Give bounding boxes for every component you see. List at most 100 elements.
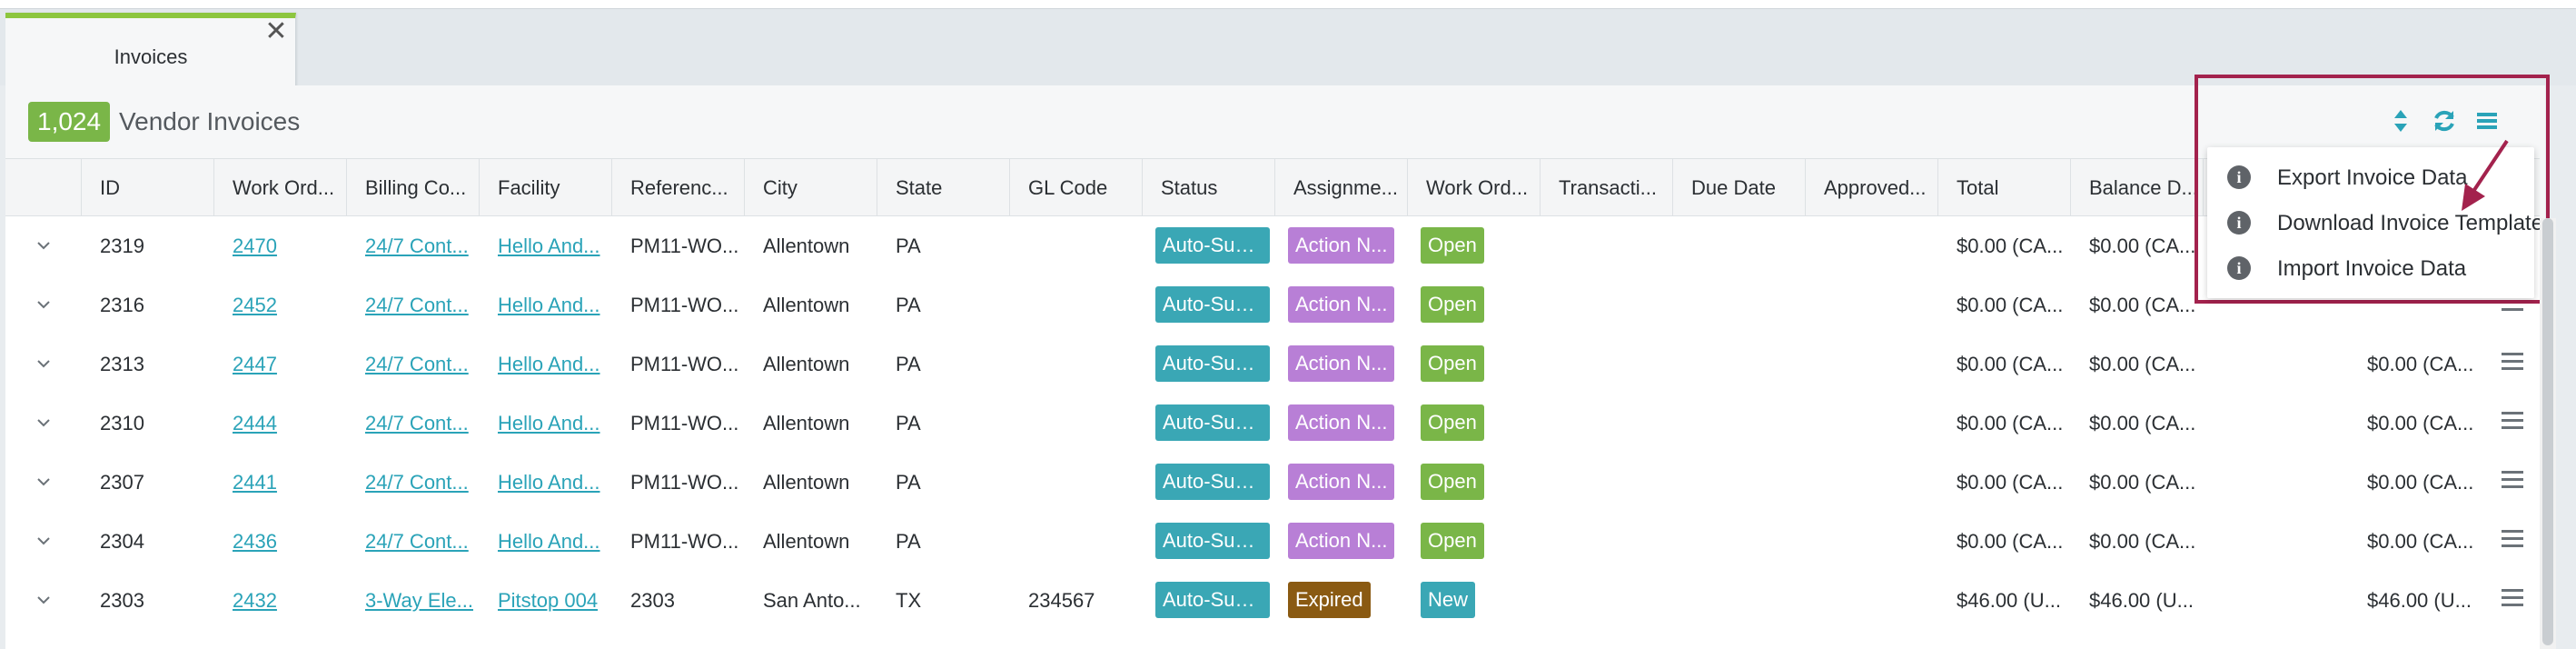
- cell-state: PA: [896, 412, 921, 434]
- cell-facility-link[interactable]: Hello And...: [480, 453, 612, 512]
- chevron-down-icon[interactable]: [35, 532, 53, 550]
- annotation-arrow-icon: [2462, 139, 2509, 211]
- cell-billing-company-link[interactable]: 24/7 Cont...: [347, 394, 480, 453]
- row-menu-icon[interactable]: [2502, 471, 2523, 493]
- cell-billing-company-link[interactable]: 24/7 Cont...: [347, 512, 480, 571]
- cell-billing-company-link[interactable]: 24/7 Cont...: [347, 275, 480, 334]
- cell-gl-code: [1010, 216, 1143, 275]
- cell-reference: PM11-WO...: [630, 235, 739, 257]
- table-row[interactable]: 2303 2432 3-Way Ele... Pitstop 004 2303 San A…: [5, 571, 2540, 630]
- cell-facility-link[interactable]: Hello And...: [480, 512, 612, 571]
- chevron-down-icon[interactable]: [35, 591, 53, 609]
- table-row[interactable]: 2304 2436 24/7 Cont... Hello And... PM11-WO.…: [5, 512, 2540, 571]
- cell-id: 2316: [100, 294, 144, 316]
- header-work-order-status[interactable]: Work Ord...: [1408, 159, 1541, 217]
- info-icon: i: [2227, 165, 2251, 189]
- cell-billing-company-link[interactable]: 24/7 Cont...: [347, 216, 480, 275]
- chevron-down-icon[interactable]: [35, 414, 53, 432]
- cell-gl-code: [1010, 453, 1143, 512]
- cell-balance-due: $46.00 (U...: [2089, 589, 2194, 612]
- cell-id: 2313: [100, 353, 144, 375]
- header-reference[interactable]: Referenc...: [612, 159, 745, 217]
- cell-billing-company-link[interactable]: 3-Way Ele...: [347, 571, 480, 630]
- row-menu-icon[interactable]: [2502, 530, 2523, 552]
- assignment-badge: Action N...: [1288, 345, 1395, 382]
- invoice-grid: ID Work Ord... Billing Co... Facility Re…: [5, 158, 2540, 649]
- header-gl-code[interactable]: GL Code: [1010, 159, 1143, 217]
- cell-work-order-link[interactable]: 2447: [214, 334, 347, 394]
- chevron-down-icon[interactable]: [35, 295, 53, 314]
- header-status[interactable]: Status: [1143, 159, 1275, 217]
- cell-work-order-link[interactable]: 2452: [214, 275, 347, 334]
- table-row[interactable]: 2313 2447 24/7 Cont... Hello And... PM11-WO.…: [5, 334, 2540, 394]
- cell-work-order-link[interactable]: 2444: [214, 394, 347, 453]
- info-icon: i: [2227, 256, 2251, 280]
- header-balance-due[interactable]: Balance D...: [2071, 159, 2204, 217]
- cell-city: Allentown: [763, 530, 850, 553]
- header-due-date[interactable]: Due Date: [1673, 159, 1806, 217]
- cell-work-order-link[interactable]: 2432: [214, 571, 347, 630]
- assignment-badge: Action N...: [1288, 464, 1395, 500]
- cell-work-order-link[interactable]: 2441: [214, 453, 347, 512]
- cell-reference: PM11-WO...: [630, 412, 739, 434]
- tab-strip: Invoices ✕: [0, 9, 2576, 95]
- cell-state: PA: [896, 530, 921, 553]
- cell-gl-code: [1010, 394, 1143, 453]
- cell-facility-link[interactable]: Pitstop 004: [480, 571, 612, 630]
- cell-work-order-link[interactable]: 2470: [214, 216, 347, 275]
- status-badge: Auto-Sub...: [1155, 345, 1270, 382]
- import-invoice-data-item[interactable]: i Import Invoice Data: [2207, 245, 2534, 291]
- cell-total: $0.00 (CA...: [1957, 353, 2064, 375]
- table-row[interactable]: 2319 2470 24/7 Cont... Hello And... PM11-WO.…: [5, 216, 2540, 275]
- row-menu-icon[interactable]: [2502, 412, 2523, 434]
- cell-total: $0.00 (CA...: [1957, 530, 2064, 553]
- header-transaction[interactable]: Transacti...: [1541, 159, 1673, 217]
- scroll-thumb[interactable]: [2542, 218, 2553, 645]
- cell-total: $0.00 (CA...: [1957, 235, 2064, 257]
- cell-facility-link[interactable]: Hello And...: [480, 394, 612, 453]
- cell-id: 2303: [100, 589, 144, 612]
- cell-city: San Anto...: [763, 589, 861, 612]
- chevron-down-icon[interactable]: [35, 236, 53, 255]
- header-work-order[interactable]: Work Ord...: [214, 159, 347, 217]
- status-badge: Auto-Sub...: [1155, 286, 1270, 323]
- work-order-status-badge: Open: [1421, 345, 1484, 382]
- header-total[interactable]: Total: [1938, 159, 2071, 217]
- status-badge: Auto-Sub...: [1155, 404, 1270, 441]
- cell-work-order-link[interactable]: 2436: [214, 512, 347, 571]
- tab-invoices[interactable]: Invoices ✕: [5, 13, 296, 95]
- cell-state: PA: [896, 353, 921, 375]
- header-approved[interactable]: Approved...: [1806, 159, 1938, 217]
- table-row[interactable]: 2310 2444 24/7 Cont... Hello And... PM11-WO.…: [5, 394, 2540, 453]
- row-menu-icon[interactable]: [2502, 589, 2523, 611]
- table-row[interactable]: 2316 2452 24/7 Cont... Hello And... PM11-WO.…: [5, 275, 2540, 334]
- work-order-status-badge: Open: [1421, 523, 1484, 559]
- header-facility[interactable]: Facility: [480, 159, 612, 217]
- header-billing-company[interactable]: Billing Co...: [347, 159, 480, 217]
- cell-balance-due: $0.00 (CA...: [2089, 353, 2196, 375]
- cell-reference: PM11-WO...: [630, 471, 739, 494]
- cell-balance-due: $0.00 (CA...: [2089, 294, 2196, 316]
- cell-id: 2304: [100, 530, 144, 553]
- row-menu-icon[interactable]: [2502, 353, 2523, 374]
- status-badge: Auto-Sub...: [1155, 523, 1270, 559]
- assignment-badge: Action N...: [1288, 404, 1395, 441]
- vertical-scrollbar[interactable]: [2540, 218, 2556, 649]
- chevron-down-icon[interactable]: [35, 473, 53, 491]
- header-assignment[interactable]: Assignme...: [1275, 159, 1408, 217]
- cell-reference: 2303: [630, 589, 675, 612]
- cell-facility-link[interactable]: Hello And...: [480, 334, 612, 394]
- table-row[interactable]: 2307 2441 24/7 Cont... Hello And... PM11-WO.…: [5, 453, 2540, 512]
- header-city[interactable]: City: [745, 159, 877, 217]
- header-state[interactable]: State: [877, 159, 1010, 217]
- chevron-down-icon[interactable]: [35, 354, 53, 373]
- cell-billing-company-link[interactable]: 24/7 Cont...: [347, 453, 480, 512]
- status-badge: Auto-Sub...: [1155, 582, 1270, 618]
- cell-facility-link[interactable]: Hello And...: [480, 275, 612, 334]
- cell-facility-link[interactable]: Hello And...: [480, 216, 612, 275]
- close-icon[interactable]: ✕: [264, 18, 288, 45]
- cell-billing-company-link[interactable]: 24/7 Cont...: [347, 334, 480, 394]
- cell-city: Allentown: [763, 412, 850, 434]
- header-id[interactable]: ID: [82, 159, 214, 217]
- tab-label: Invoices: [114, 45, 188, 68]
